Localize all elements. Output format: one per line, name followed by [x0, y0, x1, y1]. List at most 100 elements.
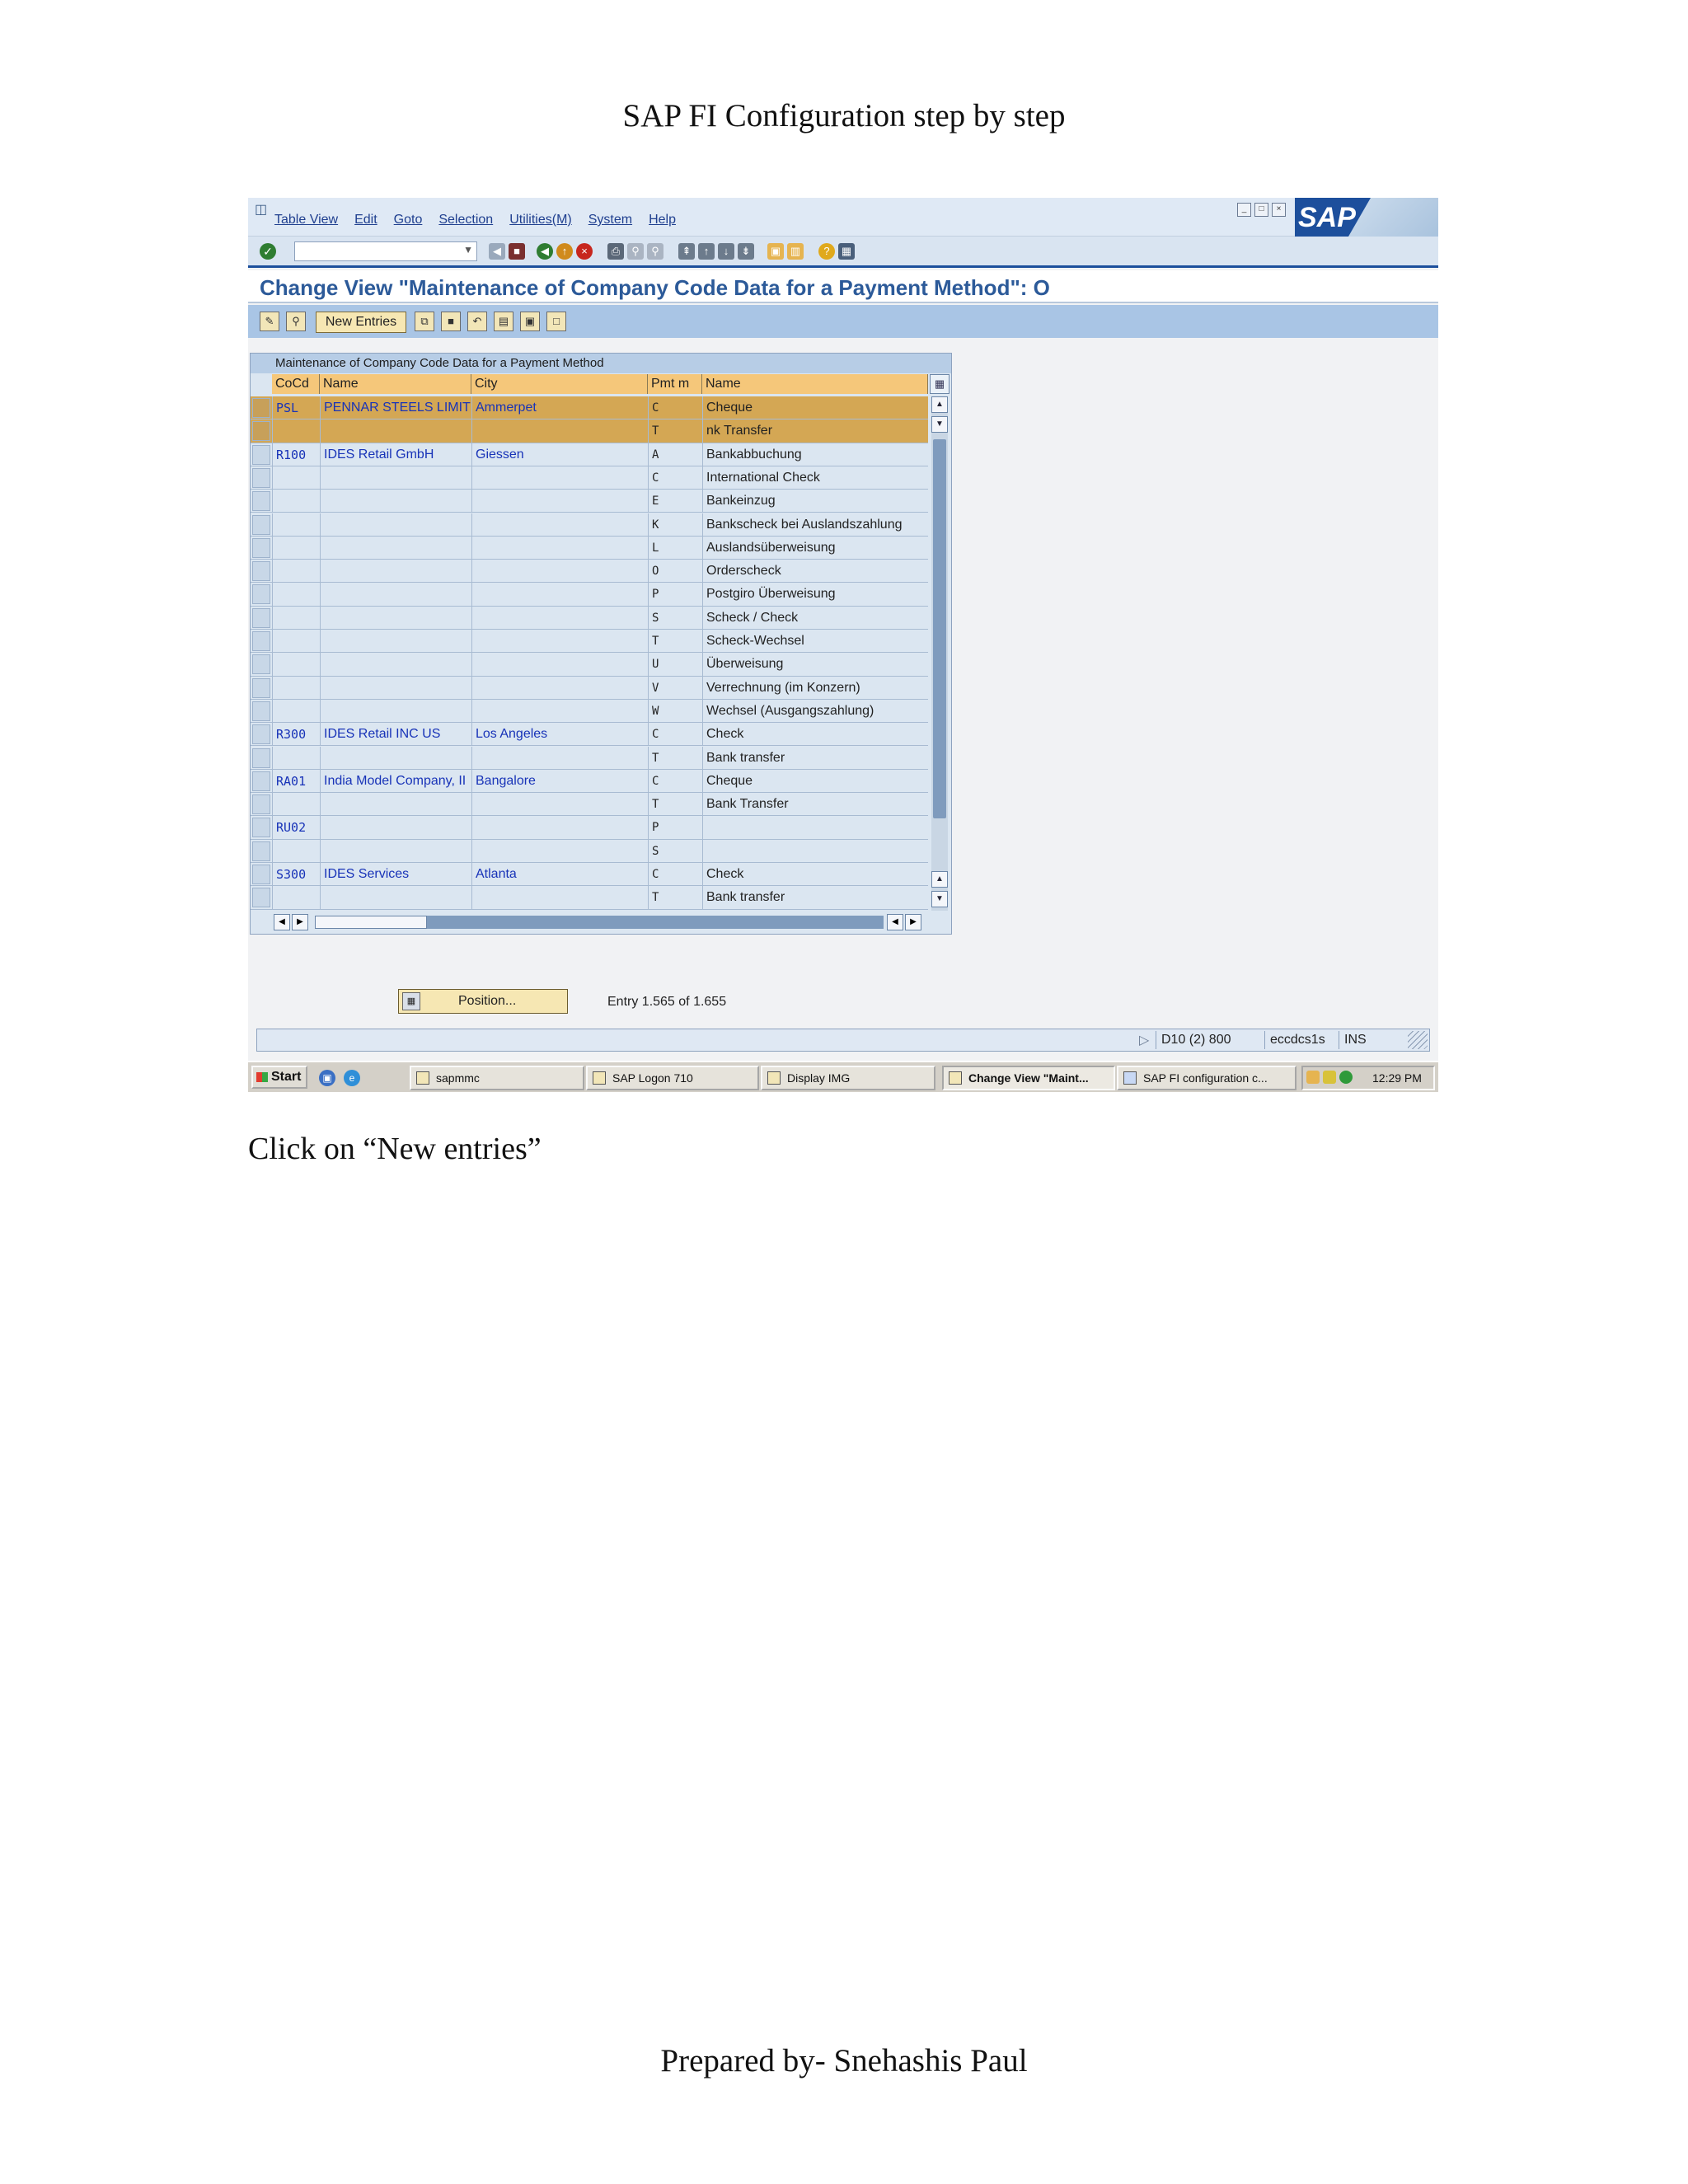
row-selector[interactable] [252, 491, 270, 512]
help-icon[interactable]: ? [818, 243, 835, 260]
display-icon[interactable]: ⚲ [286, 312, 306, 331]
display-change-icon[interactable]: ✎ [260, 312, 279, 331]
table-row[interactable]: P Postgiro Überweisung [251, 583, 928, 607]
status-toggle-icon[interactable]: ▷ [1139, 1032, 1149, 1048]
table-row[interactable]: W Wechsel (Ausgangszahlung) [251, 699, 928, 724]
row-selector[interactable] [252, 514, 270, 535]
row-selector[interactable] [252, 771, 270, 791]
quicklaunch-desktop-icon[interactable]: ▣ [319, 1070, 335, 1086]
menu-goto[interactable]: Goto [394, 213, 423, 227]
command-field[interactable]: ▼ [294, 241, 477, 261]
row-selector[interactable] [252, 398, 270, 418]
scroll-left-icon[interactable]: ◀ [274, 914, 290, 930]
table-row[interactable]: S300 IDES Services Atlanta C Check [251, 863, 928, 887]
taskbar-button-sap-logon[interactable]: SAP Logon 710 [586, 1066, 759, 1090]
cancel-icon[interactable]: × [576, 243, 593, 260]
row-selector[interactable] [252, 631, 270, 651]
row-selector[interactable] [252, 748, 270, 768]
menu-selection[interactable]: Selection [438, 213, 493, 227]
tray-sap-icon[interactable] [1306, 1071, 1320, 1084]
quicklaunch-ie-icon[interactable]: e [344, 1070, 360, 1086]
back-icon[interactable]: ◀ [537, 243, 553, 260]
menu-system[interactable]: System [588, 213, 632, 227]
row-selector[interactable] [252, 607, 270, 628]
tray-warning-icon[interactable] [1323, 1071, 1336, 1084]
taskbar-button-display-img[interactable]: Display IMG [761, 1066, 935, 1090]
column-header-payment-method-name[interactable]: Name [702, 374, 928, 394]
layout-menu-icon[interactable]: ▦ [838, 243, 855, 260]
column-header-payment-method[interactable]: Pmt m [648, 374, 702, 394]
horizontal-thumb[interactable] [315, 916, 427, 929]
menu-table-view[interactable]: Table View [274, 213, 338, 227]
back-arrow-icon[interactable]: ◀ [489, 243, 505, 260]
table-row[interactable]: C International Check [251, 466, 928, 490]
row-selector[interactable] [252, 701, 270, 721]
table-row[interactable]: L Auslandsüberweisung [251, 536, 928, 560]
table-row[interactable]: T Bank Transfer [251, 793, 928, 817]
save-icon[interactable]: ■ [509, 243, 525, 260]
row-selector[interactable] [252, 794, 270, 815]
scroll-up-icon[interactable]: ▲ [931, 396, 948, 413]
previous-page-icon[interactable]: ↑ [698, 243, 715, 260]
row-selector[interactable] [252, 724, 270, 745]
table-row[interactable]: K Bankscheck bei Auslandszahlung [251, 513, 928, 537]
scroll-page-down-icon[interactable]: ▼ [931, 416, 948, 433]
table-row[interactable]: T Bank transfer [251, 746, 928, 770]
enter-check-icon[interactable]: ✓ [260, 243, 276, 260]
last-page-icon[interactable]: ⇟ [738, 243, 754, 260]
row-selector[interactable] [252, 841, 270, 861]
menu-help[interactable]: Help [649, 213, 676, 227]
row-selector[interactable] [252, 537, 270, 558]
restore-icon[interactable]: □ [1254, 203, 1268, 217]
shortcut-icon[interactable]: ▥ [787, 243, 804, 260]
row-selector[interactable] [252, 561, 270, 582]
command-history-icon[interactable]: ▼ [463, 244, 473, 255]
exit-icon[interactable]: ↑ [556, 243, 573, 260]
status-system[interactable]: D10 (2) 800 [1156, 1031, 1264, 1049]
table-row[interactable]: R300 IDES Retail INC US Los Angeles C Check [251, 723, 928, 747]
column-header-name[interactable]: Name [320, 374, 471, 394]
scroll-right-icon[interactable]: ▶ [292, 914, 308, 930]
menu-edit[interactable]: Edit [354, 213, 377, 227]
scroll-down-icon[interactable]: ▼ [931, 891, 948, 907]
table-row[interactable]: T Scheck-Wechsel [251, 630, 928, 654]
new-entries-button[interactable]: New Entries [316, 312, 406, 333]
menu-utilities[interactable]: Utilities(M) [509, 213, 572, 227]
row-selector[interactable] [252, 467, 270, 488]
deselect-all-icon[interactable]: □ [546, 312, 566, 331]
print-icon[interactable]: ⎙ [607, 243, 624, 260]
first-page-icon[interactable]: ⇞ [678, 243, 695, 260]
row-selector[interactable] [252, 444, 270, 465]
scroll-page-up-icon[interactable]: ▲ [931, 871, 948, 888]
window-menu-icon[interactable]: ◫ [255, 201, 267, 218]
row-selector[interactable] [252, 421, 270, 442]
taskbar-button-change-view[interactable]: Change View "Maint... [942, 1066, 1115, 1090]
undo-change-icon[interactable]: ↶ [467, 312, 487, 331]
select-block-icon[interactable]: ▣ [520, 312, 540, 331]
horizontal-track[interactable] [315, 916, 884, 929]
taskbar-button-word-doc[interactable]: SAP FI configuration c... [1117, 1066, 1296, 1090]
table-row[interactable]: PSL PENNAR STEELS LIMIT Ammerpet C Cheque [251, 396, 928, 420]
row-selector[interactable] [252, 865, 270, 884]
scroll-thumb[interactable] [933, 439, 946, 818]
select-all-icon[interactable]: ▤ [494, 312, 513, 331]
resize-grip-icon[interactable] [1408, 1031, 1428, 1049]
find-icon[interactable]: ⚲ [627, 243, 644, 260]
row-selector[interactable] [252, 888, 270, 908]
row-selector[interactable] [252, 677, 270, 698]
table-row[interactable]: O Orderscheck [251, 560, 928, 583]
tray-network-icon[interactable] [1339, 1071, 1353, 1084]
start-button[interactable]: Start [251, 1066, 307, 1089]
table-settings-icon[interactable]: ▦ [930, 374, 950, 394]
minimize-icon[interactable]: _ [1237, 203, 1251, 217]
table-row[interactable]: RA01 India Model Company, II Bangalore C Che… [251, 769, 928, 794]
table-row[interactable]: Tnk Transfer [251, 419, 928, 443]
vertical-scrollbar[interactable]: ▲ ▼ ▲ ▼ [931, 396, 948, 911]
table-row[interactable]: S Scheck / Check [251, 606, 928, 630]
column-header-cocd[interactable]: CoCd [272, 374, 320, 394]
row-selector[interactable] [252, 818, 270, 838]
table-row[interactable]: U Überweisung [251, 653, 928, 677]
scroll-left-end-icon[interactable]: ◀ [887, 914, 903, 930]
position-button[interactable]: ▦ Position... [398, 989, 568, 1014]
scroll-right-end-icon[interactable]: ▶ [905, 914, 921, 930]
